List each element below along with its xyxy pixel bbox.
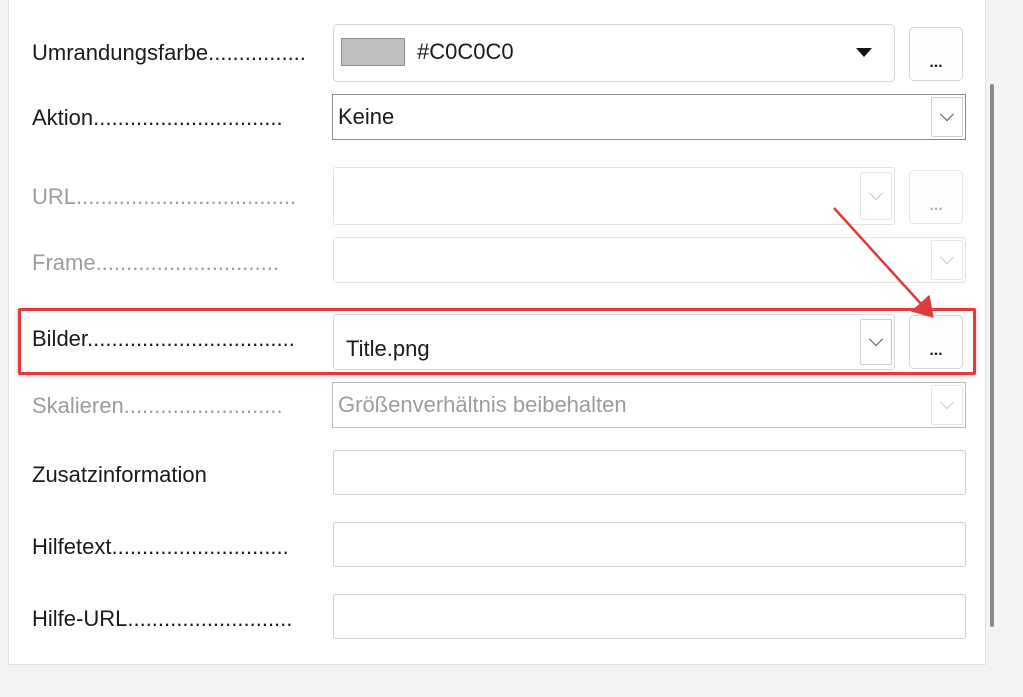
- arrow-annotation: [833, 207, 934, 318]
